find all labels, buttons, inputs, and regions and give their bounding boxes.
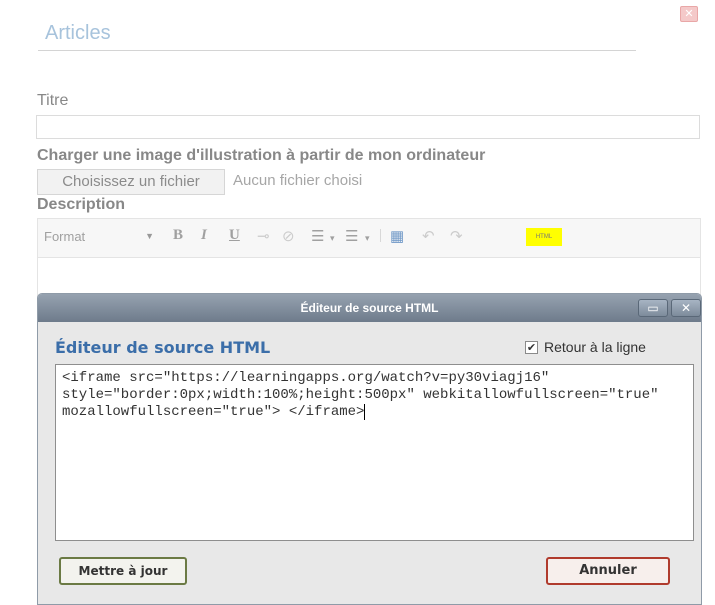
html-source-button[interactable]: HTML bbox=[526, 228, 562, 246]
chevron-down-icon[interactable]: ▾ bbox=[330, 233, 335, 244]
description-label: Description bbox=[37, 196, 126, 213]
dialog-heading: Éditeur de source HTML bbox=[55, 338, 271, 357]
dialog-title: Éditeur de source HTML bbox=[300, 301, 439, 315]
link-icon[interactable]: ⊸ bbox=[257, 227, 270, 246]
close-icon[interactable]: ✕ bbox=[680, 6, 698, 22]
unlink-icon[interactable]: ⊘ bbox=[282, 227, 295, 246]
description-editor-area[interactable] bbox=[37, 258, 701, 298]
dialog-titlebar[interactable]: Éditeur de source HTML ▭ ✕ bbox=[38, 294, 701, 322]
update-button[interactable]: Mettre à jour bbox=[59, 557, 187, 585]
italic-button[interactable]: I bbox=[201, 227, 207, 244]
file-status-text: Aucun fichier choisi bbox=[233, 172, 363, 189]
choose-file-button[interactable]: Choisissez un fichier bbox=[37, 169, 225, 195]
divider bbox=[38, 50, 636, 51]
text-caret bbox=[364, 404, 366, 420]
titre-input[interactable] bbox=[36, 115, 700, 139]
section-title: Articles bbox=[45, 22, 111, 44]
maximize-button[interactable]: ▭ bbox=[638, 299, 668, 317]
bulleted-list-icon[interactable]: ☰ bbox=[311, 227, 324, 246]
undo-icon[interactable]: ↶ bbox=[422, 227, 435, 246]
format-dropdown[interactable]: Format ▼ bbox=[44, 229, 154, 249]
word-wrap-label[interactable]: Retour à la ligne bbox=[544, 339, 646, 355]
image-upload-label: Charger une image d'illustration à parti… bbox=[37, 147, 486, 164]
titre-label: Titre bbox=[37, 92, 69, 109]
underline-button[interactable]: U bbox=[229, 227, 240, 244]
chevron-down-icon[interactable]: ▾ bbox=[365, 233, 370, 244]
bold-button[interactable]: B bbox=[173, 227, 183, 244]
close-button[interactable]: ✕ bbox=[671, 299, 701, 317]
cancel-button[interactable]: Annuler bbox=[546, 557, 670, 585]
word-wrap-checkbox[interactable]: ✔ bbox=[525, 341, 538, 354]
html-source-dialog: Éditeur de source HTML ▭ ✕ Éditeur de so… bbox=[37, 293, 702, 605]
editor-toolbar: Format ▼ B I U ⊸ ⊘ ☰ ▾ ☰ ▾ | ▦ ↶ ↷ HTML bbox=[37, 218, 701, 258]
paste-icon[interactable]: ▦ bbox=[390, 227, 404, 246]
separator: | bbox=[379, 227, 383, 243]
html-source-textarea[interactable]: <iframe src="https://learningapps.org/wa… bbox=[55, 364, 694, 541]
format-label: Format bbox=[44, 229, 86, 244]
numbered-list-icon[interactable]: ☰ bbox=[345, 227, 358, 246]
redo-icon[interactable]: ↷ bbox=[450, 227, 463, 246]
chevron-down-icon: ▼ bbox=[145, 231, 154, 241]
